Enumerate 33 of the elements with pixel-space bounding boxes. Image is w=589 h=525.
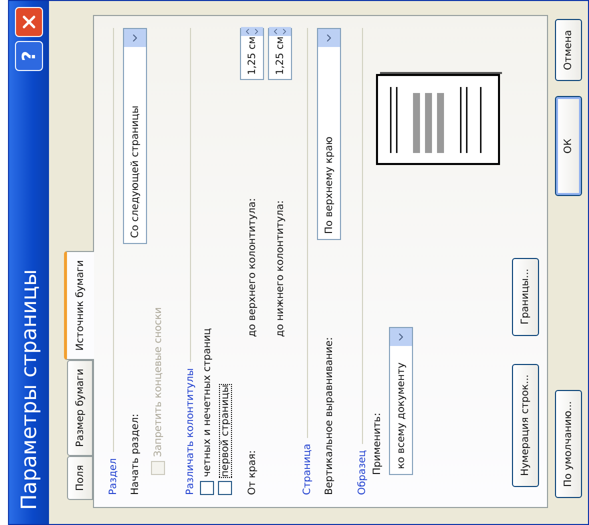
default-button[interactable]: По умолчанию... — [555, 390, 582, 498]
line-numbers-button[interactable]: Нумерация строк... — [512, 364, 539, 487]
field-label: Начать раздел: — [130, 414, 140, 495]
field-label: От края: — [246, 450, 258, 495]
spin-arrows-icon — [241, 28, 263, 36]
distance-spinner[interactable]: 1,25 см — [240, 28, 264, 80]
cancel-button[interactable]: Отмена — [555, 19, 582, 82]
checkbox[interactable] — [218, 481, 232, 495]
tab[interactable]: Поля — [67, 456, 93, 500]
help-button[interactable]: ? — [15, 41, 43, 71]
distance-spinner[interactable]: 1,25 см — [268, 28, 292, 80]
apply-select[interactable]: ко всему документу — [389, 327, 413, 475]
group-title: Страница — [302, 444, 313, 495]
field-label: Вертикальное выравнивание: — [324, 337, 334, 495]
field-label: до верхнего колонтитула: — [246, 198, 258, 337]
tab[interactable]: Размер бумаги — [67, 360, 93, 456]
tab[interactable]: Источник бумаги — [64, 251, 94, 360]
checkbox-label: четных и нечетных страниц — [202, 328, 212, 477]
ok-button[interactable]: ОК — [555, 96, 582, 196]
checkbox[interactable] — [200, 481, 214, 495]
checkbox-label: Запретить концевые сноски — [152, 307, 164, 457]
field-label: Применить: — [372, 412, 383, 475]
group-title: Образец — [357, 450, 368, 495]
borders-button[interactable]: Границы... — [512, 258, 539, 336]
section-start-select[interactable]: Со следующей страницы — [123, 28, 147, 244]
window-title: Параметры страницы — [17, 268, 41, 510]
checkbox-label: первой страницы — [220, 384, 230, 477]
field-label: до нижнего колонтитула: — [274, 200, 286, 337]
spin-arrows-icon — [269, 28, 291, 36]
group-title: Различать колонтитулы — [185, 368, 196, 495]
alignment-select[interactable]: По верхнему краю — [317, 28, 341, 240]
close-button[interactable] — [15, 7, 43, 37]
group-title: Раздел — [108, 458, 119, 495]
